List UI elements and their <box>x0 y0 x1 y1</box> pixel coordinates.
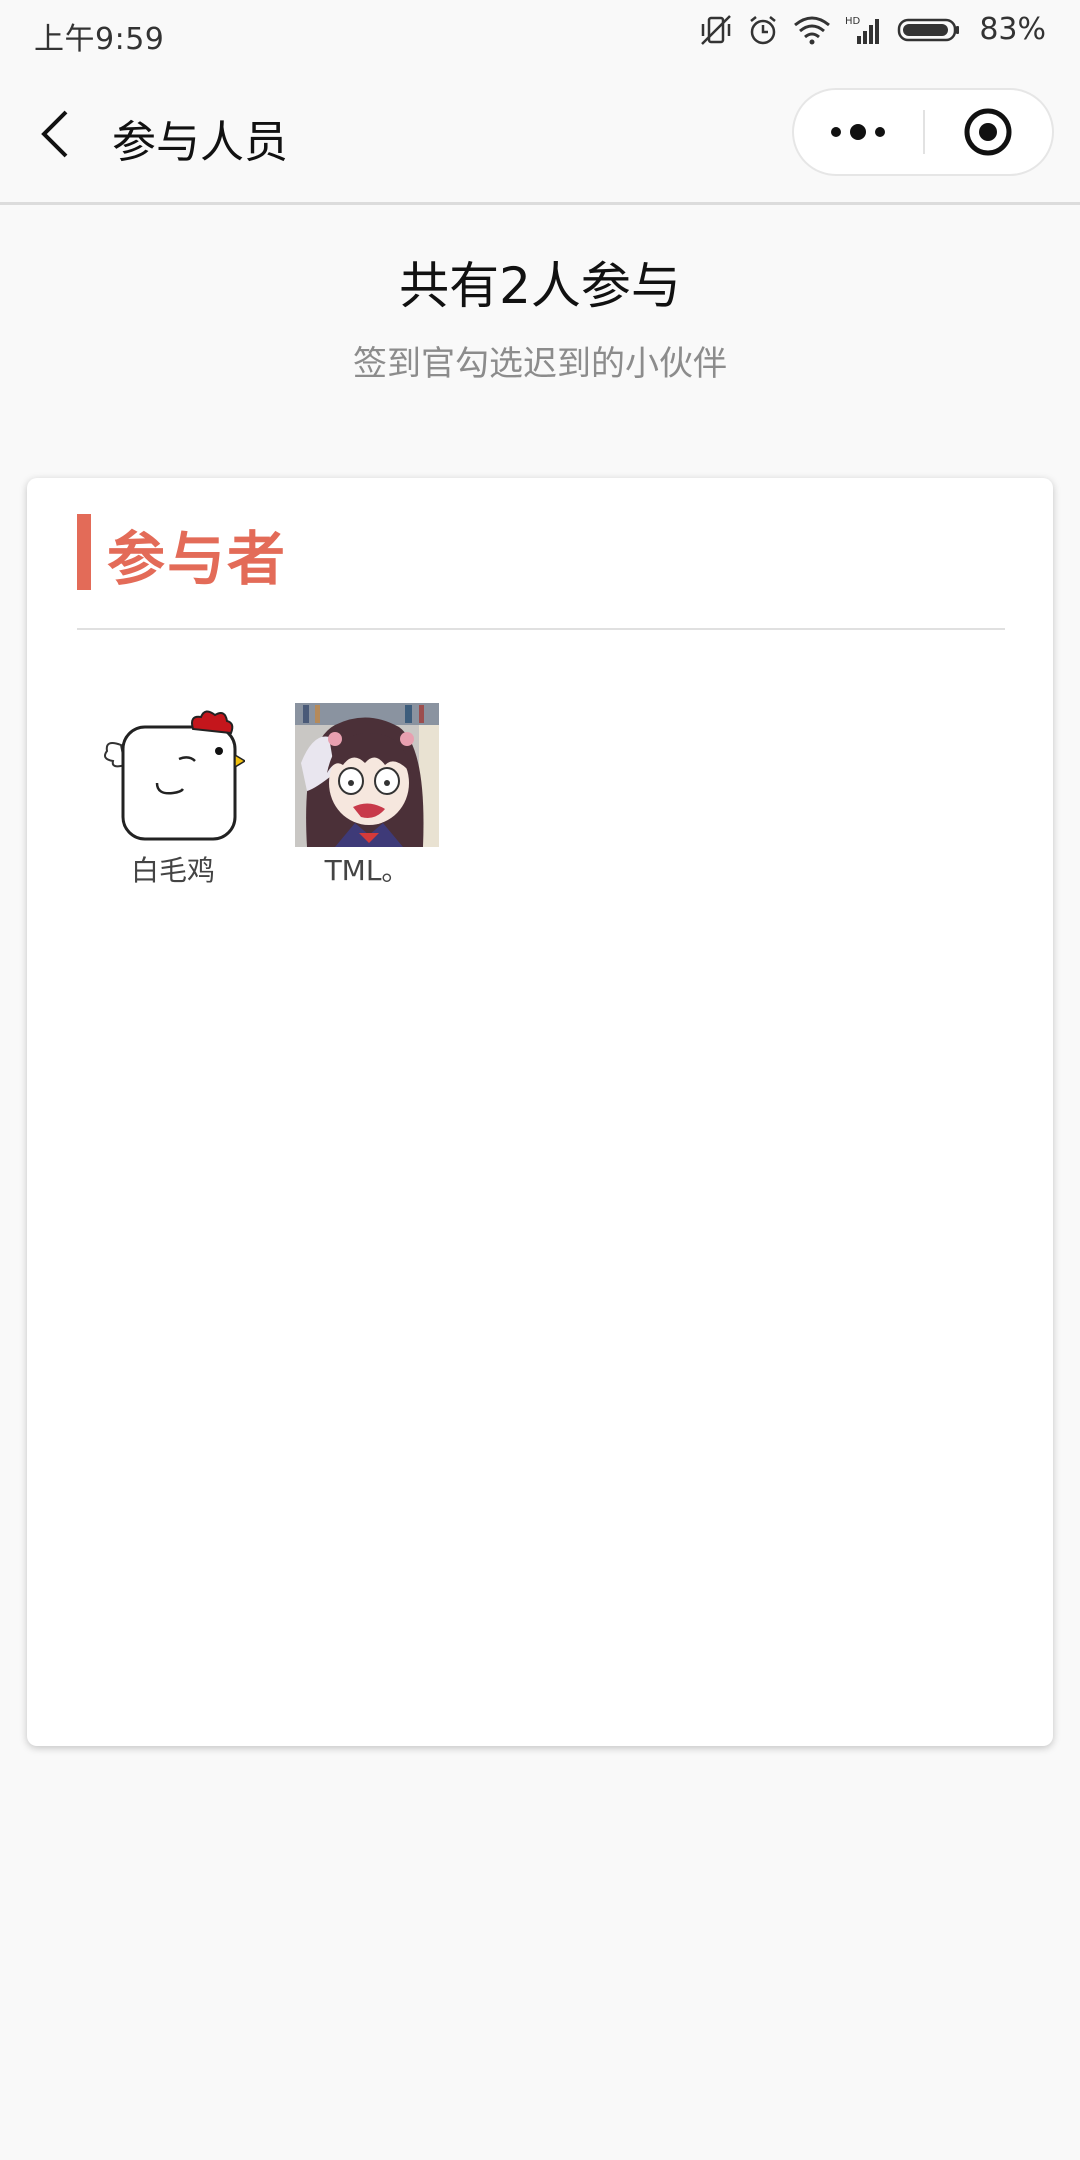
target-close-icon <box>964 108 1012 156</box>
capsule-divider <box>923 110 925 154</box>
participants-card: 参与者 白毛鸡 TML。 <box>27 478 1053 1746</box>
close-button[interactable] <box>926 90 1052 174</box>
section-title: 参与者 <box>107 525 288 593</box>
status-icons: HD 83% <box>699 12 1046 47</box>
svg-text:HD: HD <box>845 16 861 27</box>
page-title: 参与人员 <box>112 117 288 168</box>
summary-subtitle: 签到官勾选迟到的小伙伴 <box>353 344 727 384</box>
more-button[interactable] <box>794 90 924 174</box>
wifi-icon <box>794 16 831 44</box>
hd-signal-icon: HD <box>845 16 880 44</box>
nav-bar: 参与人员 <box>0 66 1080 205</box>
chevron-left-icon <box>41 110 68 158</box>
more-dots-icon <box>831 124 885 140</box>
section-divider <box>77 628 1005 630</box>
battery-icon <box>898 18 960 41</box>
participant-item[interactable]: TML。 <box>267 703 467 889</box>
section-accent-bar <box>77 514 91 590</box>
participant-count-title: 共有2人参与 <box>399 257 681 315</box>
chicken-avatar <box>101 703 245 847</box>
vibrate-off-icon <box>701 14 732 45</box>
back-button[interactable] <box>36 108 76 160</box>
alarm-icon <box>750 15 777 44</box>
anime-girl-avatar <box>295 703 439 847</box>
participant-item[interactable]: 白毛鸡 <box>73 703 273 889</box>
participant-name: 白毛鸡 <box>130 854 215 887</box>
status-bar: 上午9:59 HD 83% <box>0 0 1080 66</box>
battery-percent: 83% <box>979 12 1046 47</box>
menu-capsule <box>792 88 1054 176</box>
status-time: 上午9:59 <box>34 22 165 57</box>
participant-name: TML。 <box>324 854 410 887</box>
